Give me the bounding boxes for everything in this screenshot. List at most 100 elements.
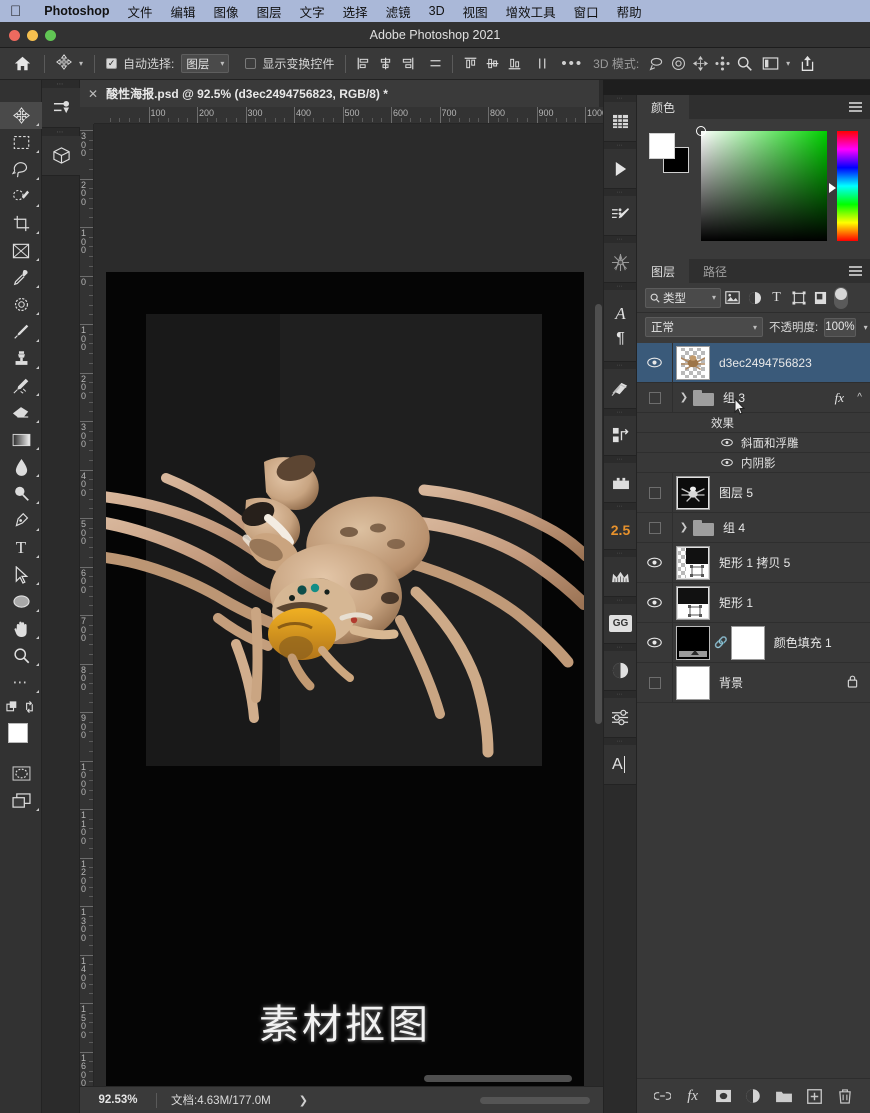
rail-play-button[interactable] xyxy=(604,149,637,189)
panel-grip[interactable]: ⋯ xyxy=(42,80,79,88)
effect-row[interactable]: 斜面和浮雕 xyxy=(637,433,870,453)
slide-3d-icon[interactable] xyxy=(711,53,733,75)
horizontal-ruler[interactable]: 100 200 300 400 500 600 700 800 900 1000 xyxy=(94,107,603,124)
layer-name[interactable]: 图层 5 xyxy=(719,484,753,501)
chevron-right-icon[interactable]: ❯ xyxy=(677,392,691,403)
rail-text-tool-button[interactable]: A xyxy=(604,745,637,785)
table-row[interactable]: ❯ 组 3 fx ^ xyxy=(637,382,870,413)
status-expand-arrow[interactable]: ❯ xyxy=(299,1094,308,1107)
lasso-tool[interactable] xyxy=(0,156,42,183)
menu-filter[interactable]: 滤镜 xyxy=(377,2,420,21)
rail-version-badge[interactable]: 2.5 xyxy=(604,510,637,550)
filter-toggle[interactable] xyxy=(834,286,848,309)
menu-edit[interactable]: 编辑 xyxy=(162,2,205,21)
menu-image[interactable]: 图像 xyxy=(205,2,248,21)
menu-plugins[interactable]: 增效工具 xyxy=(497,2,565,21)
rail-grip[interactable]: ⋯ xyxy=(604,236,636,243)
document-tab[interactable]: ✕ 酸性海报.psd @ 92.5% (d3ec2494756823, RGB/… xyxy=(80,80,600,107)
opacity-value[interactable]: 100% xyxy=(824,317,856,337)
table-row[interactable]: 🔗 颜色填充 1 xyxy=(637,622,870,663)
layer-visibility-toggle[interactable] xyxy=(637,582,673,623)
add-mask-button[interactable] xyxy=(712,1085,734,1107)
vertical-ruler[interactable]: 300 200 100 0 100 200 300 400 500 600 700 800 900 100… xyxy=(80,124,94,1086)
type-tool[interactable]: T xyxy=(0,534,42,561)
menu-window[interactable]: 窗口 xyxy=(565,2,608,21)
pen-tool[interactable] xyxy=(0,507,42,534)
layer-thumbnail[interactable] xyxy=(676,585,710,620)
frame-tool[interactable] xyxy=(0,237,42,264)
panel-menu-icon[interactable] xyxy=(849,95,862,119)
canvas-area[interactable]: 素材抠图 xyxy=(94,124,603,1086)
rail-gg-button[interactable]: GG xyxy=(604,604,637,644)
path-selection-tool[interactable] xyxy=(0,561,42,588)
rail-brush-settings-button[interactable] xyxy=(604,196,637,236)
close-window-button[interactable] xyxy=(9,29,20,41)
zoom-tool[interactable] xyxy=(0,642,42,669)
gradient-tool[interactable] xyxy=(0,426,42,453)
roll-3d-icon[interactable] xyxy=(667,53,689,75)
foreground-color-swatch[interactable] xyxy=(8,723,28,743)
menu-type[interactable]: 文字 xyxy=(291,2,334,21)
workspace-layout-button[interactable] xyxy=(759,53,781,75)
foreground-color-swatch[interactable] xyxy=(649,133,675,159)
rail-settings-button[interactable] xyxy=(604,698,637,738)
auto-select-scope-dropdown[interactable]: 图层 ▾ xyxy=(181,54,230,73)
link-layers-button[interactable] xyxy=(651,1085,673,1107)
layer-thumbnail[interactable] xyxy=(676,475,710,510)
layer-name[interactable]: d3ec2494756823 xyxy=(719,356,812,370)
apple-icon[interactable]:  xyxy=(10,4,21,19)
pan-3d-icon[interactable] xyxy=(689,53,711,75)
layer-thumbnail[interactable] xyxy=(676,625,710,660)
menu-layer[interactable]: 图层 xyxy=(248,2,291,21)
rail-grip[interactable]: ⋯ xyxy=(604,644,636,651)
panel-grip[interactable]: ⋯ xyxy=(42,128,79,136)
effect-visibility-toggle[interactable] xyxy=(719,438,735,447)
effect-visibility-toggle[interactable] xyxy=(719,458,735,467)
chevron-down-icon[interactable]: ▾ xyxy=(79,59,83,68)
layer-kind-filter[interactable]: 类型 ▾ xyxy=(645,287,721,308)
rail-grip[interactable]: ⋯ xyxy=(604,409,636,416)
hue-slider[interactable] xyxy=(829,131,858,241)
link-icon[interactable]: 🔗 xyxy=(714,636,728,649)
filter-smartobject-icon[interactable] xyxy=(810,288,831,308)
shape-tool[interactable] xyxy=(0,588,42,615)
align-bottom-edges-button[interactable] xyxy=(503,53,525,75)
rail-grip[interactable]: ⋯ xyxy=(604,456,636,463)
zoom-3d-icon[interactable] xyxy=(733,53,755,75)
more-options-button[interactable]: ••• xyxy=(561,56,583,71)
brush-tool[interactable] xyxy=(0,318,42,345)
chevron-right-icon[interactable]: ❯ xyxy=(677,522,691,533)
menu-3d[interactable]: 3D xyxy=(420,4,454,18)
layer-visibility-toggle[interactable] xyxy=(637,382,673,413)
adjustment-layer-button[interactable] xyxy=(742,1085,764,1107)
rail-bag-button[interactable] xyxy=(604,463,637,503)
rail-crown-button[interactable] xyxy=(604,557,637,597)
layer-name[interactable]: 颜色填充 1 xyxy=(774,634,832,651)
table-row[interactable]: ❯ 组 4 xyxy=(637,512,870,543)
layer-visibility-toggle[interactable] xyxy=(637,343,673,383)
layer-thumbnail[interactable] xyxy=(676,345,710,380)
marquee-tool[interactable] xyxy=(0,129,42,156)
table-row[interactable]: 图层 5 xyxy=(637,472,870,513)
rail-grip[interactable]: ⋯ xyxy=(604,95,636,102)
table-row[interactable]: 矩形 1 拷贝 5 xyxy=(637,542,870,583)
panel-menu-icon[interactable] xyxy=(849,259,862,283)
layer-name[interactable]: 矩形 1 拷贝 5 xyxy=(719,554,790,571)
layer-thumbnail[interactable] xyxy=(676,545,710,580)
layer-list[interactable]: d3ec2494756823 ❯ 组 3 fx ^ 效果 斜面和浮雕 内阴影 图… xyxy=(637,343,870,1078)
new-group-button[interactable] xyxy=(773,1085,795,1107)
rail-grip[interactable]: ⋯ xyxy=(604,189,636,196)
auto-select-checkbox[interactable]: ✓ 自动选择: 图层 ▾ xyxy=(101,48,234,80)
filter-pixel-icon[interactable] xyxy=(722,288,743,308)
eyedropper-tool[interactable] xyxy=(0,264,42,291)
table-row[interactable]: d3ec2494756823 xyxy=(637,343,870,383)
canvas-vertical-scrollbar[interactable] xyxy=(595,304,602,724)
tab-layers[interactable]: 图层 xyxy=(637,259,690,283)
share-button[interactable] xyxy=(796,53,818,75)
distribute-horizontal-button[interactable] xyxy=(424,53,446,75)
fx-badge[interactable]: fx xyxy=(835,390,844,406)
layer-visibility-toggle[interactable] xyxy=(637,542,673,583)
distribute-vertical-button[interactable] xyxy=(531,53,553,75)
rail-adjustments-button[interactable] xyxy=(604,651,637,691)
align-left-edges-button[interactable] xyxy=(352,53,374,75)
